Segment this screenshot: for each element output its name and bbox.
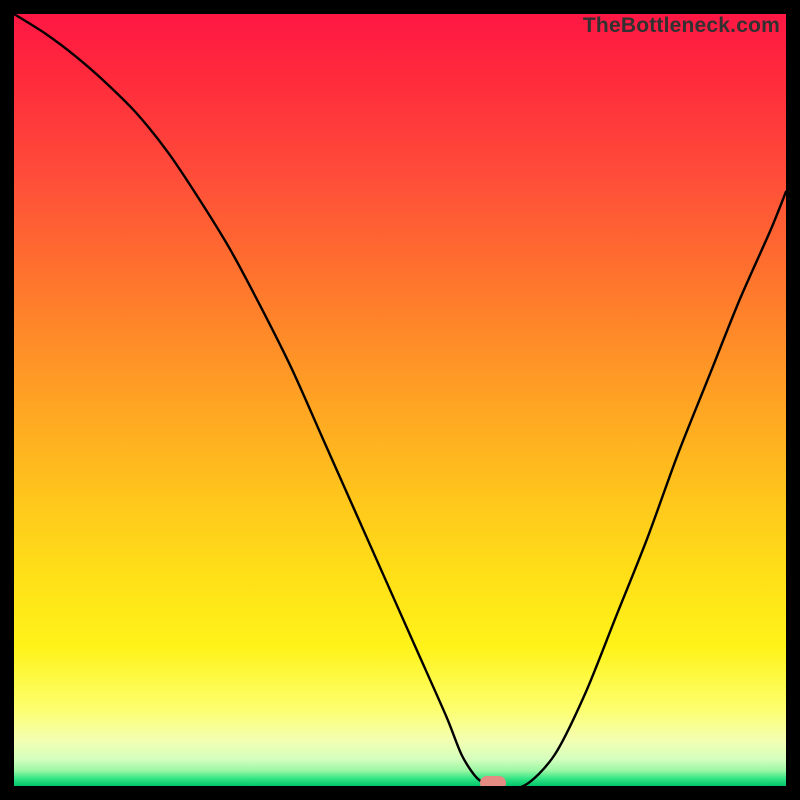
chart-frame: TheBottleneck.com: [0, 0, 800, 800]
optimal-marker: [480, 776, 506, 786]
plot-area: TheBottleneck.com: [14, 14, 786, 786]
bottleneck-curve: [14, 14, 786, 786]
watermark-text: TheBottleneck.com: [583, 14, 780, 38]
